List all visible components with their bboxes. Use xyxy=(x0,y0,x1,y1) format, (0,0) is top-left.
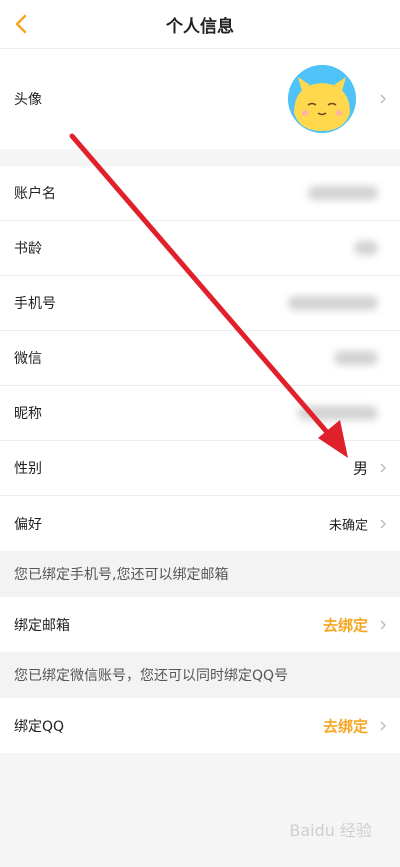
bind-qq-label: 绑定QQ xyxy=(14,718,65,735)
qq-hint: 您已绑定微信账号，您还可以同时绑定QQ号 xyxy=(0,652,400,698)
chevron-right-icon xyxy=(380,721,386,730)
blurred-value xyxy=(288,296,378,310)
row-preference[interactable]: 偏好 未确定 xyxy=(0,496,400,551)
avatar-label: 头像 xyxy=(14,92,42,108)
bind-email-action[interactable]: 去绑定 xyxy=(323,614,368,635)
avatar-section: 头像 xyxy=(0,49,400,149)
row-label: 账户名 xyxy=(14,186,56,202)
row-account-name[interactable]: 账户名 xyxy=(0,166,400,221)
row-label: 偏好 xyxy=(14,516,42,533)
avatar-row[interactable]: 头像 xyxy=(0,49,400,149)
cat-face-icon xyxy=(288,65,356,133)
row-nickname[interactable]: 昵称 xyxy=(0,386,400,441)
blurred-value xyxy=(354,241,378,255)
bind-qq-row[interactable]: 绑定QQ 去绑定 xyxy=(0,698,400,753)
avatar xyxy=(288,65,356,133)
back-arrow-icon[interactable] xyxy=(10,12,34,36)
row-wechat[interactable]: 微信 xyxy=(0,331,400,386)
bind-qq-section: 绑定QQ 去绑定 xyxy=(0,698,400,753)
blurred-value xyxy=(334,351,378,365)
row-label: 手机号 xyxy=(14,296,56,312)
blurred-value xyxy=(308,186,378,200)
bind-email-label: 绑定邮箱 xyxy=(14,617,70,634)
gender-value: 男 xyxy=(352,459,368,478)
row-gender[interactable]: 性别 男 xyxy=(0,441,400,496)
email-hint: 您已绑定手机号,您还可以绑定邮箱 xyxy=(0,551,400,597)
chevron-right-icon xyxy=(380,620,386,629)
row-phone[interactable]: 手机号 xyxy=(0,276,400,331)
chevron-right-icon xyxy=(380,463,386,473)
chevron-right-icon xyxy=(380,94,386,104)
row-reading-age[interactable]: 书龄 xyxy=(0,221,400,276)
top-bar: 个人信息 xyxy=(0,0,400,49)
bind-email-row[interactable]: 绑定邮箱 去绑定 xyxy=(0,597,400,652)
row-label: 性别 xyxy=(14,461,42,477)
preference-value: 未确定 xyxy=(328,518,368,533)
blurred-value xyxy=(298,406,378,420)
page-title: 个人信息 xyxy=(166,16,234,37)
bind-qq-action[interactable]: 去绑定 xyxy=(323,715,368,736)
row-label: 昵称 xyxy=(14,406,42,422)
info-section: 账户名 书龄 手机号 微信 昵称 性别 男 偏好 未确定 xyxy=(0,166,400,551)
row-label: 书龄 xyxy=(14,241,42,257)
chevron-right-icon xyxy=(380,519,386,528)
baidu-watermark: Baidu 经验 xyxy=(289,821,372,840)
row-label: 微信 xyxy=(14,351,42,367)
bind-email-section: 绑定邮箱 去绑定 xyxy=(0,597,400,652)
